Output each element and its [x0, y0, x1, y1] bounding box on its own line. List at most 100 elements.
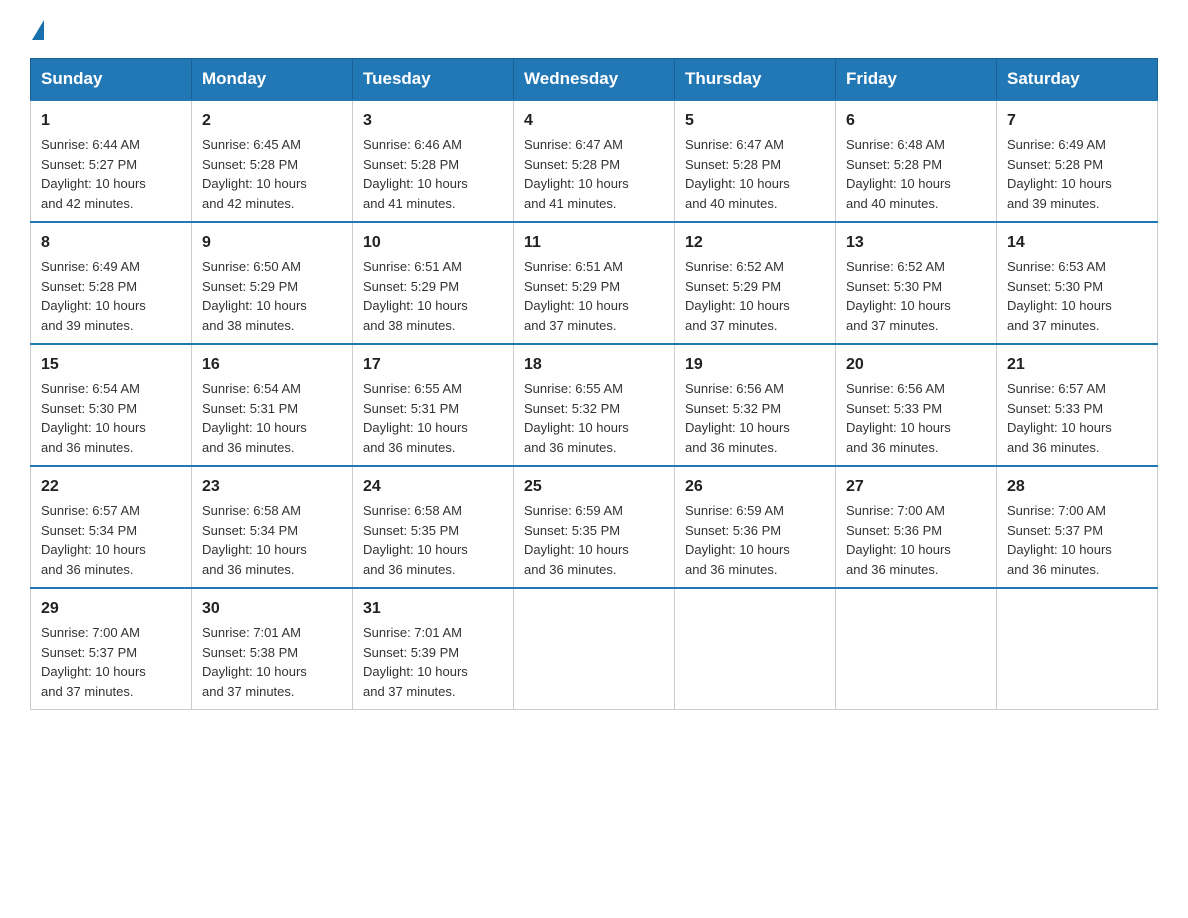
day-info: Sunrise: 6:53 AMSunset: 5:30 PMDaylight:… — [1007, 257, 1147, 335]
calendar-cell: 30Sunrise: 7:01 AMSunset: 5:38 PMDayligh… — [192, 588, 353, 710]
day-info: Sunrise: 6:50 AMSunset: 5:29 PMDaylight:… — [202, 257, 342, 335]
calendar-cell: 28Sunrise: 7:00 AMSunset: 5:37 PMDayligh… — [997, 466, 1158, 588]
calendar-cell: 5Sunrise: 6:47 AMSunset: 5:28 PMDaylight… — [675, 100, 836, 222]
day-number: 9 — [202, 231, 342, 255]
day-info: Sunrise: 6:54 AMSunset: 5:30 PMDaylight:… — [41, 379, 181, 457]
calendar-cell: 26Sunrise: 6:59 AMSunset: 5:36 PMDayligh… — [675, 466, 836, 588]
day-info: Sunrise: 6:47 AMSunset: 5:28 PMDaylight:… — [685, 135, 825, 213]
day-info: Sunrise: 6:55 AMSunset: 5:31 PMDaylight:… — [363, 379, 503, 457]
calendar-cell — [675, 588, 836, 710]
calendar-cell: 17Sunrise: 6:55 AMSunset: 5:31 PMDayligh… — [353, 344, 514, 466]
day-number: 19 — [685, 353, 825, 377]
day-info: Sunrise: 6:58 AMSunset: 5:35 PMDaylight:… — [363, 501, 503, 579]
page-header — [30, 20, 1158, 38]
day-number: 30 — [202, 597, 342, 621]
day-number: 10 — [363, 231, 503, 255]
day-number: 24 — [363, 475, 503, 499]
day-number: 15 — [41, 353, 181, 377]
logo-block — [30, 20, 44, 38]
day-info: Sunrise: 6:48 AMSunset: 5:28 PMDaylight:… — [846, 135, 986, 213]
day-number: 29 — [41, 597, 181, 621]
day-number: 23 — [202, 475, 342, 499]
calendar-cell: 22Sunrise: 6:57 AMSunset: 5:34 PMDayligh… — [31, 466, 192, 588]
calendar-cell: 7Sunrise: 6:49 AMSunset: 5:28 PMDaylight… — [997, 100, 1158, 222]
day-info: Sunrise: 6:54 AMSunset: 5:31 PMDaylight:… — [202, 379, 342, 457]
calendar-cell: 31Sunrise: 7:01 AMSunset: 5:39 PMDayligh… — [353, 588, 514, 710]
calendar-cell: 8Sunrise: 6:49 AMSunset: 5:28 PMDaylight… — [31, 222, 192, 344]
day-number: 20 — [846, 353, 986, 377]
day-info: Sunrise: 6:49 AMSunset: 5:28 PMDaylight:… — [41, 257, 181, 335]
calendar-cell: 25Sunrise: 6:59 AMSunset: 5:35 PMDayligh… — [514, 466, 675, 588]
column-header-saturday: Saturday — [997, 59, 1158, 101]
day-info: Sunrise: 6:56 AMSunset: 5:33 PMDaylight:… — [846, 379, 986, 457]
day-number: 27 — [846, 475, 986, 499]
calendar-cell: 16Sunrise: 6:54 AMSunset: 5:31 PMDayligh… — [192, 344, 353, 466]
day-number: 17 — [363, 353, 503, 377]
calendar-cell: 3Sunrise: 6:46 AMSunset: 5:28 PMDaylight… — [353, 100, 514, 222]
calendar-cell: 27Sunrise: 7:00 AMSunset: 5:36 PMDayligh… — [836, 466, 997, 588]
day-info: Sunrise: 7:01 AMSunset: 5:38 PMDaylight:… — [202, 623, 342, 701]
day-info: Sunrise: 6:46 AMSunset: 5:28 PMDaylight:… — [363, 135, 503, 213]
day-number: 6 — [846, 109, 986, 133]
calendar-cell: 20Sunrise: 6:56 AMSunset: 5:33 PMDayligh… — [836, 344, 997, 466]
calendar-cell: 1Sunrise: 6:44 AMSunset: 5:27 PMDaylight… — [31, 100, 192, 222]
calendar-header-row: SundayMondayTuesdayWednesdayThursdayFrid… — [31, 59, 1158, 101]
calendar-cell: 24Sunrise: 6:58 AMSunset: 5:35 PMDayligh… — [353, 466, 514, 588]
calendar-week-row: 15Sunrise: 6:54 AMSunset: 5:30 PMDayligh… — [31, 344, 1158, 466]
day-number: 25 — [524, 475, 664, 499]
calendar-cell: 13Sunrise: 6:52 AMSunset: 5:30 PMDayligh… — [836, 222, 997, 344]
day-info: Sunrise: 6:58 AMSunset: 5:34 PMDaylight:… — [202, 501, 342, 579]
calendar-cell: 2Sunrise: 6:45 AMSunset: 5:28 PMDaylight… — [192, 100, 353, 222]
column-header-sunday: Sunday — [31, 59, 192, 101]
calendar-table: SundayMondayTuesdayWednesdayThursdayFrid… — [30, 58, 1158, 710]
day-number: 5 — [685, 109, 825, 133]
day-info: Sunrise: 7:00 AMSunset: 5:36 PMDaylight:… — [846, 501, 986, 579]
column-header-friday: Friday — [836, 59, 997, 101]
day-info: Sunrise: 7:01 AMSunset: 5:39 PMDaylight:… — [363, 623, 503, 701]
day-info: Sunrise: 7:00 AMSunset: 5:37 PMDaylight:… — [41, 623, 181, 701]
calendar-cell: 15Sunrise: 6:54 AMSunset: 5:30 PMDayligh… — [31, 344, 192, 466]
calendar-cell: 11Sunrise: 6:51 AMSunset: 5:29 PMDayligh… — [514, 222, 675, 344]
day-number: 22 — [41, 475, 181, 499]
day-number: 21 — [1007, 353, 1147, 377]
calendar-cell: 6Sunrise: 6:48 AMSunset: 5:28 PMDaylight… — [836, 100, 997, 222]
logo-triangle-icon — [32, 20, 44, 40]
calendar-cell: 12Sunrise: 6:52 AMSunset: 5:29 PMDayligh… — [675, 222, 836, 344]
calendar-cell: 9Sunrise: 6:50 AMSunset: 5:29 PMDaylight… — [192, 222, 353, 344]
day-info: Sunrise: 6:52 AMSunset: 5:29 PMDaylight:… — [685, 257, 825, 335]
day-number: 26 — [685, 475, 825, 499]
day-info: Sunrise: 6:52 AMSunset: 5:30 PMDaylight:… — [846, 257, 986, 335]
day-number: 31 — [363, 597, 503, 621]
day-number: 14 — [1007, 231, 1147, 255]
calendar-week-row: 29Sunrise: 7:00 AMSunset: 5:37 PMDayligh… — [31, 588, 1158, 710]
day-info: Sunrise: 6:59 AMSunset: 5:35 PMDaylight:… — [524, 501, 664, 579]
calendar-cell: 4Sunrise: 6:47 AMSunset: 5:28 PMDaylight… — [514, 100, 675, 222]
day-info: Sunrise: 6:45 AMSunset: 5:28 PMDaylight:… — [202, 135, 342, 213]
day-info: Sunrise: 6:57 AMSunset: 5:33 PMDaylight:… — [1007, 379, 1147, 457]
day-info: Sunrise: 6:55 AMSunset: 5:32 PMDaylight:… — [524, 379, 664, 457]
day-info: Sunrise: 6:47 AMSunset: 5:28 PMDaylight:… — [524, 135, 664, 213]
day-number: 3 — [363, 109, 503, 133]
day-info: Sunrise: 6:56 AMSunset: 5:32 PMDaylight:… — [685, 379, 825, 457]
calendar-cell: 23Sunrise: 6:58 AMSunset: 5:34 PMDayligh… — [192, 466, 353, 588]
calendar-cell: 10Sunrise: 6:51 AMSunset: 5:29 PMDayligh… — [353, 222, 514, 344]
calendar-cell: 18Sunrise: 6:55 AMSunset: 5:32 PMDayligh… — [514, 344, 675, 466]
day-info: Sunrise: 6:59 AMSunset: 5:36 PMDaylight:… — [685, 501, 825, 579]
column-header-thursday: Thursday — [675, 59, 836, 101]
day-number: 4 — [524, 109, 664, 133]
column-header-tuesday: Tuesday — [353, 59, 514, 101]
day-number: 2 — [202, 109, 342, 133]
column-header-monday: Monday — [192, 59, 353, 101]
calendar-cell: 29Sunrise: 7:00 AMSunset: 5:37 PMDayligh… — [31, 588, 192, 710]
day-number: 13 — [846, 231, 986, 255]
logo — [30, 20, 44, 38]
calendar-cell — [836, 588, 997, 710]
column-header-wednesday: Wednesday — [514, 59, 675, 101]
day-number: 12 — [685, 231, 825, 255]
calendar-cell — [514, 588, 675, 710]
calendar-week-row: 1Sunrise: 6:44 AMSunset: 5:27 PMDaylight… — [31, 100, 1158, 222]
day-number: 16 — [202, 353, 342, 377]
day-info: Sunrise: 7:00 AMSunset: 5:37 PMDaylight:… — [1007, 501, 1147, 579]
day-info: Sunrise: 6:51 AMSunset: 5:29 PMDaylight:… — [524, 257, 664, 335]
day-number: 28 — [1007, 475, 1147, 499]
